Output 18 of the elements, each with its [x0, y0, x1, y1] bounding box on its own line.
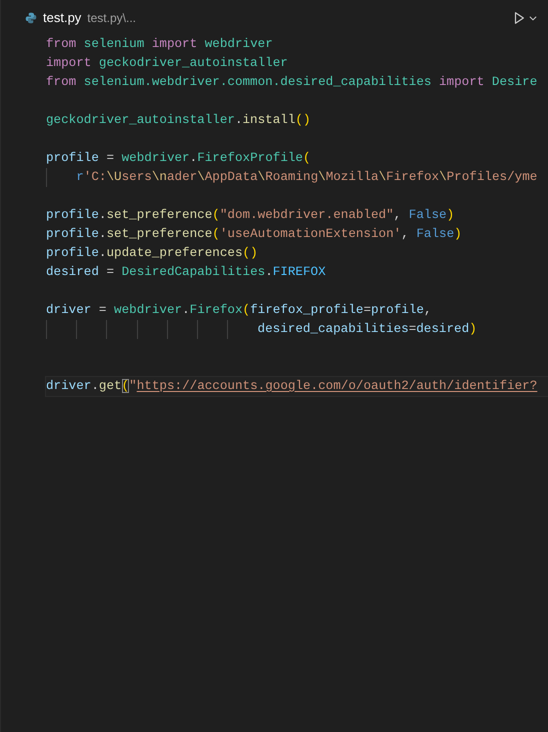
- breadcrumb[interactable]: test.py\...: [87, 8, 136, 26]
- code-line: profile.update_preferences(): [46, 245, 259, 262]
- code-line: from selenium import webdriver: [46, 36, 274, 53]
- run-button[interactable]: [512, 10, 538, 24]
- code-line: import geckodriver_autoinstaller: [46, 55, 289, 72]
- editor-tab[interactable]: test.py test.py\...: [25, 0, 136, 35]
- play-icon: [512, 10, 526, 24]
- code-line: desired_capabilities=desired): [46, 320, 548, 339]
- code-line: profile.set_preference('useAutomationExtension', False): [46, 226, 463, 243]
- code-line: desired = DesiredCapabilities.FIREFOX: [46, 264, 327, 281]
- python-icon: [25, 12, 37, 24]
- code-line: from selenium.webdriver.common.desired_capabilities import Desire: [46, 74, 538, 91]
- code-line: driver = webdriver.Firefox(firefox_profile=profile,: [46, 302, 433, 319]
- code-line: r'C:\Users\nader\AppData\Roaming\Mozilla\Firefox\Profiles/yme: [46, 168, 548, 187]
- code-line: geckodriver_autoinstaller.install(): [46, 112, 312, 129]
- code-line: profile = webdriver.FirefoxProfile(: [46, 150, 312, 167]
- code-line: profile.set_preference("dom.webdriver.enabled", False): [46, 207, 456, 224]
- tab-title: test.py: [43, 8, 82, 27]
